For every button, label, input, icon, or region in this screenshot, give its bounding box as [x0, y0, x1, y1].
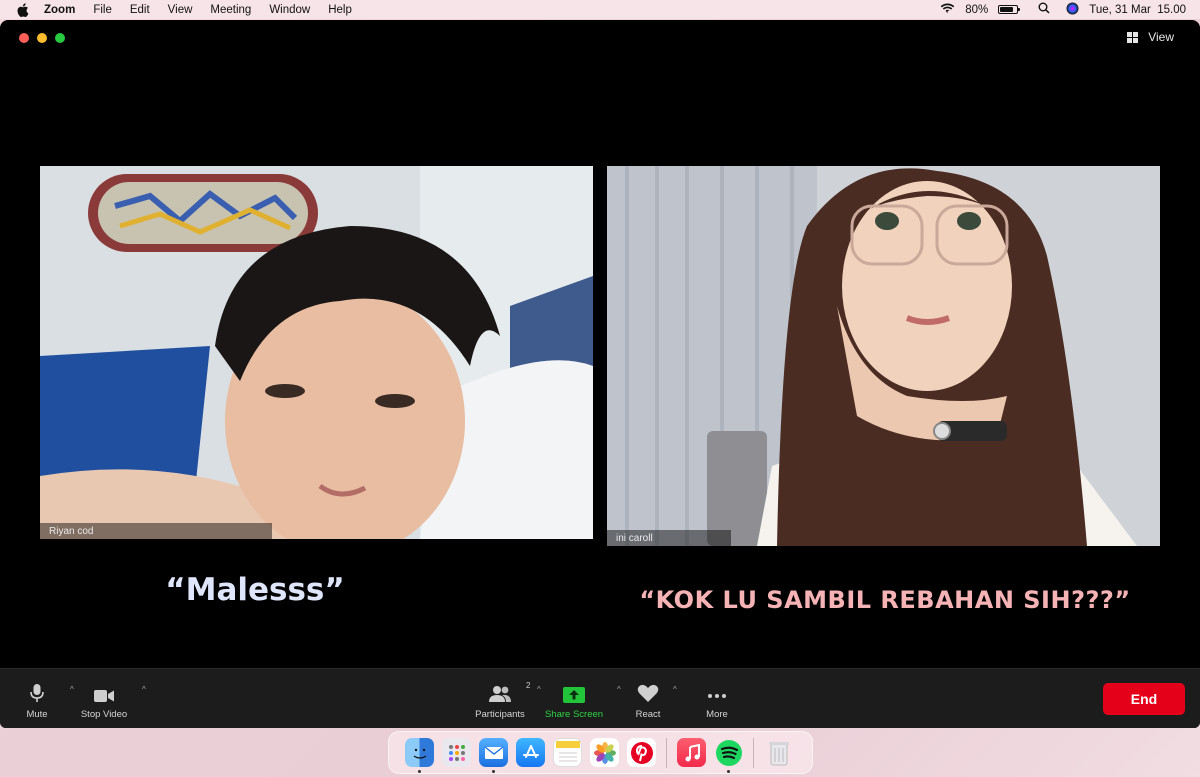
minimize-window-button[interactable] [37, 33, 47, 43]
dock-separator [753, 737, 754, 768]
fullscreen-window-button[interactable] [55, 33, 65, 43]
menu-bar: Zoom File Edit View Meeting Window Help … [0, 0, 1200, 19]
participant-name: Riyan cod [49, 525, 94, 537]
participant-video-tile-1[interactable]: Riyan cod [40, 166, 593, 539]
app-menu-zoom[interactable]: Zoom [44, 4, 75, 16]
menu-help[interactable]: Help [328, 4, 352, 16]
participants-button[interactable]: 2 ^ Participants [474, 669, 541, 728]
more-dots-icon [708, 694, 726, 698]
menu-file[interactable]: File [93, 4, 112, 16]
menu-window[interactable]: Window [269, 4, 310, 16]
participants-count: 2 [526, 681, 531, 690]
apple-icon[interactable] [16, 2, 30, 17]
video-camera-icon [94, 690, 114, 702]
stop-video-button[interactable]: ^ Stop Video [78, 669, 146, 728]
participants-icon [489, 686, 511, 702]
participant-video-tile-2[interactable]: ini caroll [607, 166, 1160, 546]
mute-button[interactable]: ^ Mute [18, 669, 74, 728]
wifi-icon[interactable] [940, 3, 955, 17]
video-options-caret-icon[interactable]: ^ [142, 685, 146, 694]
launchpad-icon[interactable] [442, 738, 471, 767]
stop-video-label: Stop Video [80, 709, 128, 720]
mail-icon[interactable] [479, 738, 508, 773]
view-button[interactable]: View [1127, 30, 1174, 44]
window-controls [19, 33, 65, 43]
end-meeting-button[interactable]: End [1103, 683, 1185, 715]
macos-dock [388, 731, 813, 774]
menu-view[interactable]: View [168, 4, 193, 16]
participants-label: Participants [475, 709, 525, 720]
react-options-caret-icon[interactable]: ^ [673, 685, 677, 694]
participants-options-caret-icon[interactable]: ^ [537, 685, 541, 694]
react-label: React [635, 709, 661, 720]
caption-left: “Malesss” [165, 572, 345, 608]
siri-icon[interactable] [1066, 2, 1079, 18]
caption-right: “KOK LU SAMBIL REBAHAN SIH???” [639, 586, 1131, 614]
view-label: View [1148, 30, 1174, 44]
finder-icon[interactable] [405, 738, 434, 773]
share-screen-icon [563, 687, 585, 703]
menubar-clock[interactable]: Tue, 31 Mar 15.00 [1089, 4, 1186, 16]
spotlight-search-icon[interactable] [1038, 2, 1050, 17]
menu-edit[interactable]: Edit [130, 4, 150, 16]
battery-percent: 80% [965, 3, 989, 16]
battery-icon[interactable] [998, 5, 1021, 14]
notes-icon[interactable] [553, 738, 582, 767]
participant-video-image [40, 166, 593, 539]
participant-name: ini caroll [616, 532, 653, 544]
music-icon[interactable] [677, 738, 706, 767]
share-screen-button[interactable]: ^ Share Screen [544, 669, 621, 728]
participant-name-tag: Riyan cod [40, 523, 272, 539]
participant-name-tag: ini caroll [607, 530, 731, 546]
spotify-icon[interactable] [714, 738, 743, 773]
app-store-icon[interactable] [516, 738, 545, 767]
gallery-grid-icon [1127, 31, 1139, 43]
react-button[interactable]: ^ React [632, 669, 677, 728]
dock-separator [666, 737, 667, 768]
meeting-toolbar: ^ Mute ^ Stop Video 2 ^ Participants ^ S… [0, 668, 1200, 728]
trash-icon[interactable] [764, 738, 793, 767]
share-screen-label: Share Screen [544, 709, 604, 720]
zoom-meeting-window: View Riyan cod ini caroll “Malesss” “KOK… [0, 20, 1200, 728]
more-label: More [706, 709, 728, 720]
participant-video-image [607, 166, 1160, 546]
heart-icon [637, 684, 659, 702]
share-options-caret-icon[interactable]: ^ [617, 685, 621, 694]
more-button[interactable]: More [703, 669, 731, 728]
mute-options-caret-icon[interactable]: ^ [70, 685, 74, 694]
microphone-icon [30, 684, 44, 702]
close-window-button[interactable] [19, 33, 29, 43]
mute-label: Mute [26, 709, 48, 720]
pinterest-icon[interactable] [627, 738, 656, 767]
menu-meeting[interactable]: Meeting [210, 4, 251, 16]
photos-icon[interactable] [590, 738, 619, 767]
